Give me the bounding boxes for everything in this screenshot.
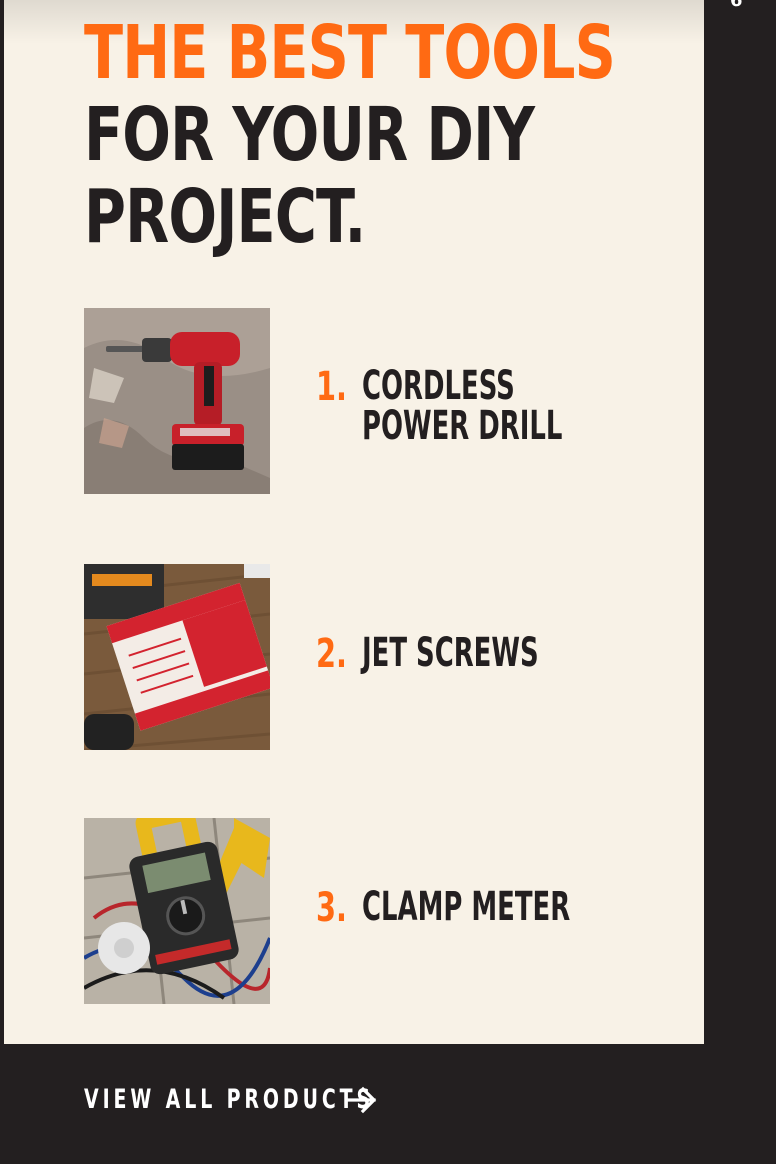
tool-name[interactable]: CORDLESS POWER DRILL <box>362 366 562 446</box>
tool-number: 2. <box>316 631 347 677</box>
tool-item-clamp-meter[interactable]: 3. CLAMP METER <box>84 818 684 1004</box>
clamp-meter-illustration <box>84 818 270 1004</box>
clamp-meter-image[interactable] <box>84 818 270 1004</box>
screws-box-illustration <box>84 564 270 750</box>
tool-name-line-1: CLAMP METER <box>362 884 571 930</box>
drill-illustration <box>84 308 270 494</box>
tool-name[interactable]: JET SCREWS <box>362 633 539 673</box>
view-all-products-label: VIEW ALL PRODUCTS <box>84 1084 375 1115</box>
headline-line-1: THE BEST TOOLS <box>84 10 616 96</box>
jet-screws-image[interactable] <box>84 564 270 750</box>
tool-name-line-1: JET SCREWS <box>362 630 539 676</box>
tool-item-jet-screws[interactable]: 2. JET SCREWS <box>84 564 684 750</box>
corner-glyph: 6 <box>730 0 743 11</box>
headline-line-2: FOR YOUR DIY <box>84 92 535 178</box>
headline-line-3: PROJECT. <box>84 174 366 260</box>
tool-number: 3. <box>316 885 347 931</box>
tool-item-cordless-drill[interactable]: 1. CORDLESS POWER DRILL <box>84 308 684 494</box>
tool-name-line-2: POWER DRILL <box>362 403 563 449</box>
page-headline: THE BEST TOOLS FOR YOUR DIY PROJECT. <box>84 10 616 260</box>
tool-name[interactable]: CLAMP METER <box>362 887 570 927</box>
tool-number: 1. <box>316 364 347 410</box>
tools-card: THE BEST TOOLS FOR YOUR DIY PROJECT. 1. … <box>4 0 704 1044</box>
tool-name-line-1: CORDLESS <box>362 363 515 409</box>
view-all-products-link[interactable]: VIEW ALL PRODUCTS <box>84 1084 378 1115</box>
cordless-drill-image[interactable] <box>84 308 270 494</box>
